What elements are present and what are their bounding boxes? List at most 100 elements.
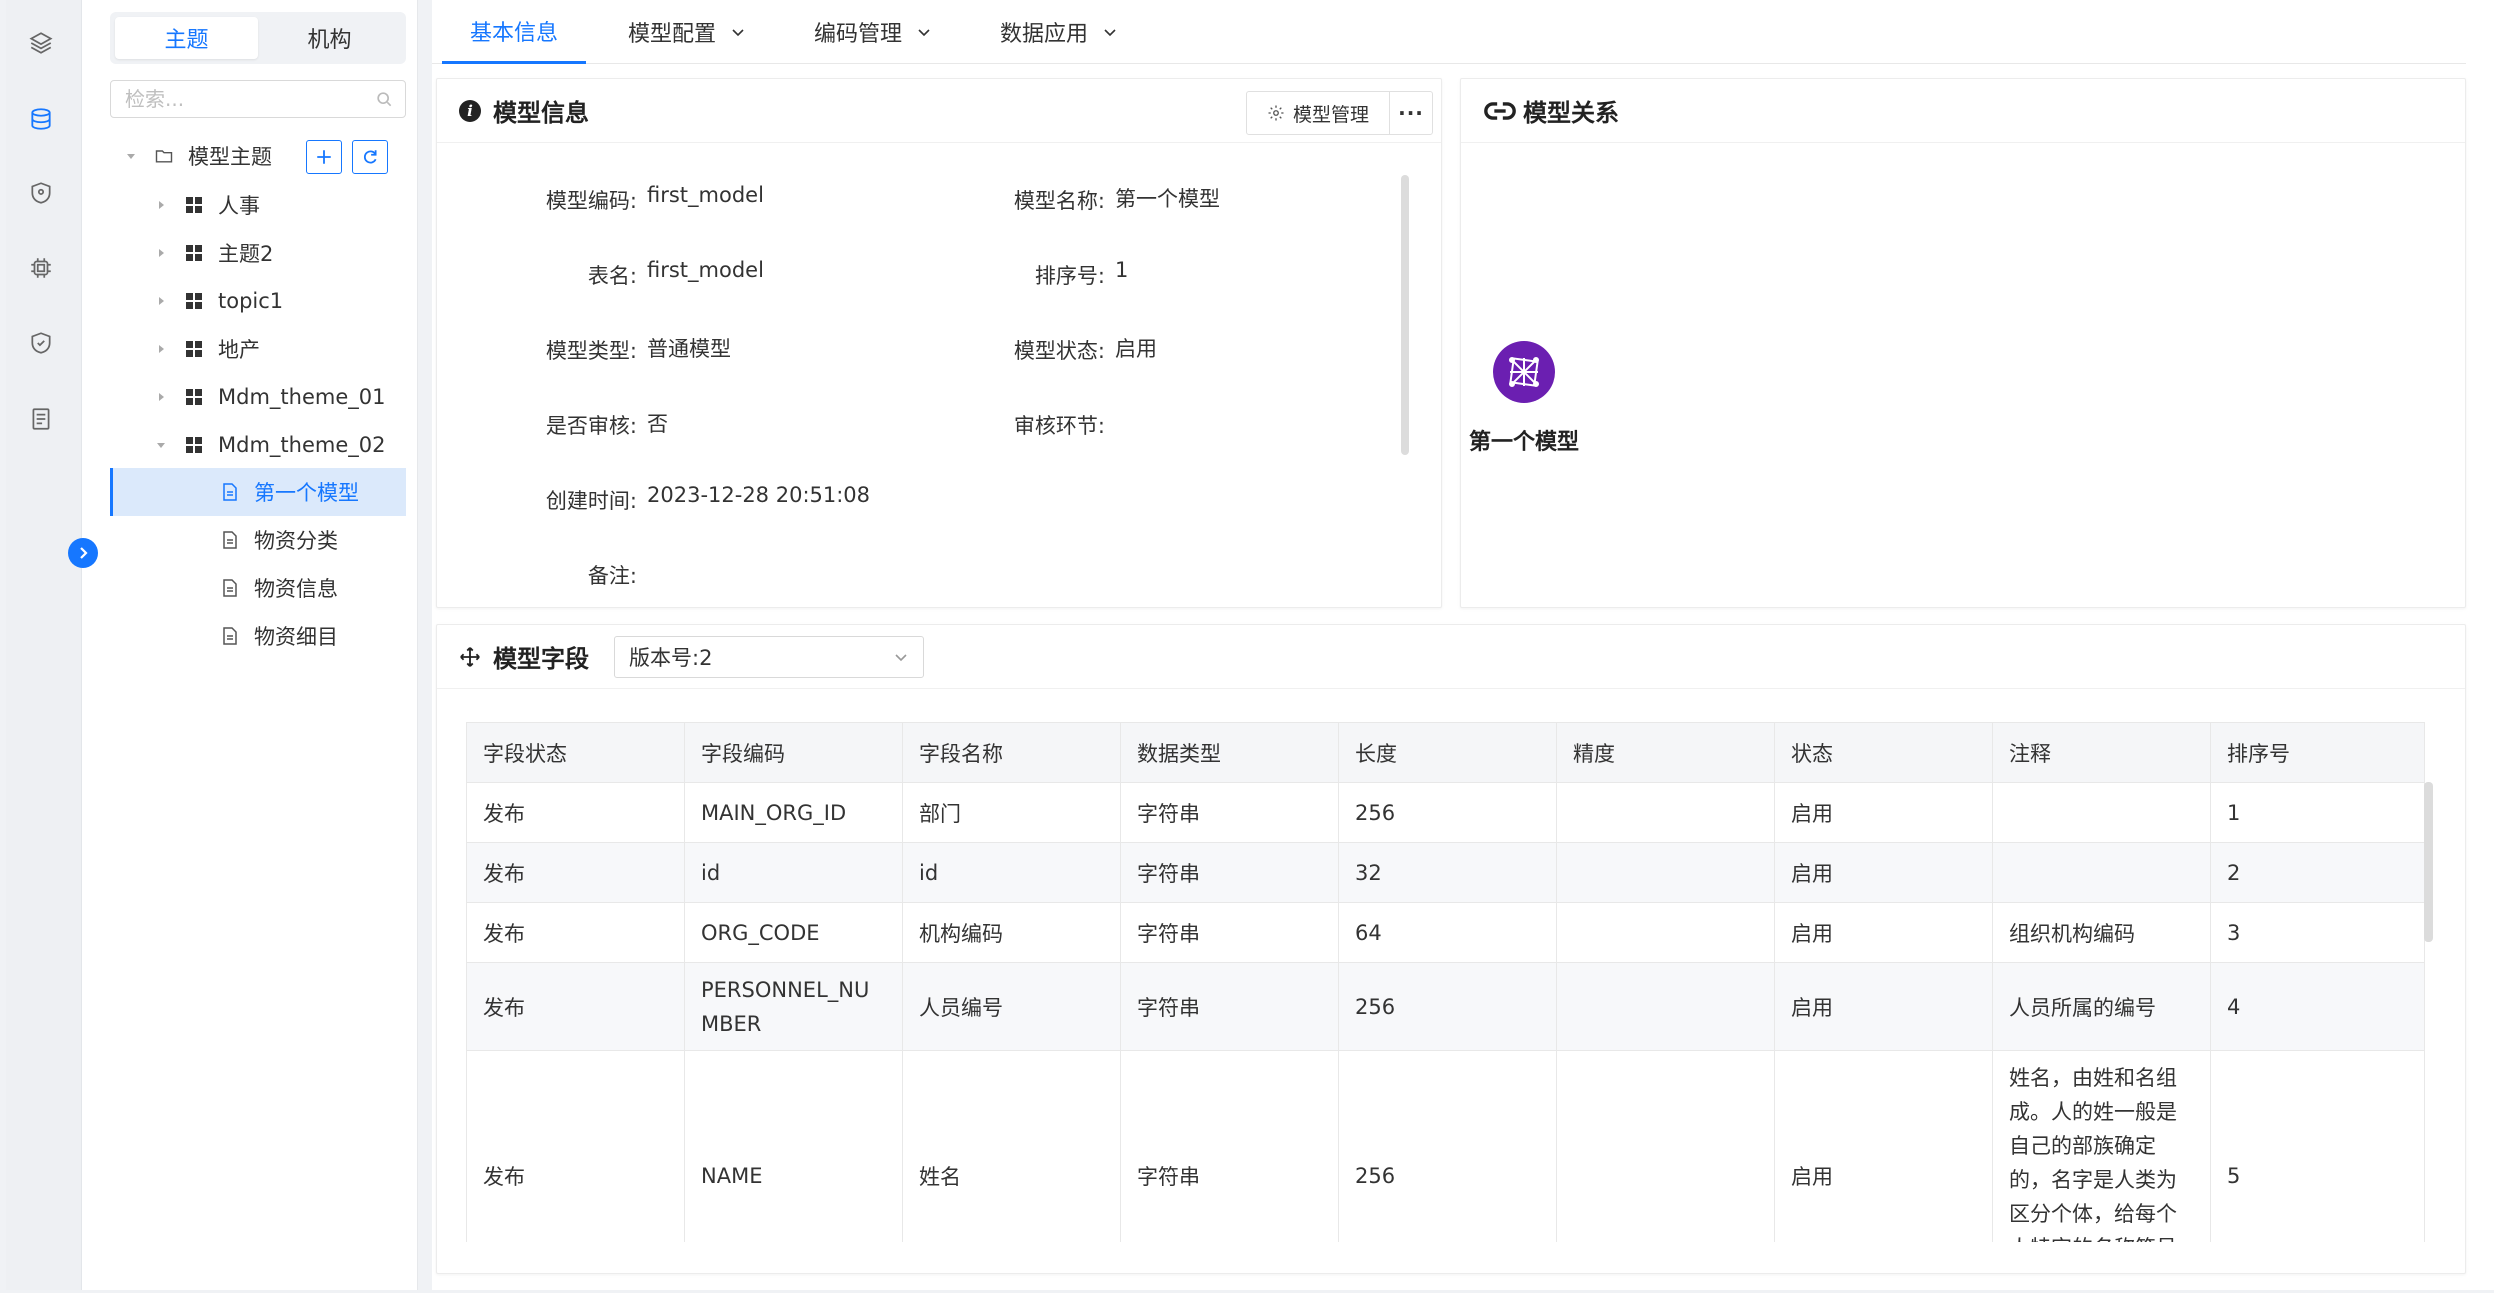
table-row[interactable]: 发布 id id 字符串 32 启用 2: [466, 842, 2425, 903]
table-cell: 启用: [1774, 842, 1993, 903]
caret-down-icon[interactable]: [122, 147, 140, 165]
table-cell: [1556, 962, 1775, 1051]
table-row[interactable]: 发布 ORG_CODE 机构编码 字符串 64 启用 组织机构编码 3: [466, 902, 2425, 963]
table-cell: 4: [2210, 962, 2425, 1051]
tree-node-dichan[interactable]: 地产: [152, 329, 260, 369]
tree-leaf-material-info[interactable]: 物资信息: [220, 568, 338, 608]
audit-step-label: 审核环节:: [1013, 414, 1105, 438]
model-fields-title: 模型字段: [493, 645, 589, 673]
layers-icon[interactable]: [26, 28, 56, 58]
search-input[interactable]: [110, 80, 406, 118]
tab-code-management[interactable]: 编码管理: [814, 0, 932, 64]
table-cell: 1: [2210, 782, 2425, 843]
model-code-value: first_model: [647, 183, 764, 207]
table-row[interactable]: 发布 NAME 姓名 字符串 256 启用 姓名，由姓和名组成。人的姓一般是自己…: [466, 1050, 2425, 1242]
column-header[interactable]: 字段名称: [902, 722, 1121, 783]
move-icon: [460, 646, 480, 667]
column-header[interactable]: 精度: [1556, 722, 1775, 783]
database-icon[interactable]: [26, 104, 56, 134]
grid-icon: [184, 243, 204, 263]
table-cell: 字符串: [1120, 902, 1339, 963]
tree-node-mdm-theme-02[interactable]: Mdm_theme_02: [152, 425, 385, 465]
tab-basic-info[interactable]: 基本信息: [442, 0, 587, 64]
column-header[interactable]: 字段编码: [684, 722, 903, 783]
document-icon[interactable]: [26, 404, 56, 434]
tree-leaf-material-detail[interactable]: 物资细目: [220, 616, 338, 656]
tree-node-renshi[interactable]: 人事: [152, 185, 260, 225]
column-header[interactable]: 数据类型: [1120, 722, 1339, 783]
shield-icon[interactable]: [26, 178, 56, 208]
table-cell: 启用: [1774, 1050, 1993, 1242]
table-row[interactable]: 发布 PERSONNEL_NUMBER 人员编号 字符串 256 启用 人员所属…: [466, 962, 2425, 1051]
tab-model-config[interactable]: 模型配置: [628, 0, 746, 64]
tree-panel: 主题 机构 模型主题 人事 主题2 topic1 地产: [82, 0, 418, 1290]
model-management-button[interactable]: 模型管理: [1247, 92, 1390, 134]
created-time-value: 2023-12-28 20:51:08: [647, 483, 871, 507]
sort-number-value: 1: [1115, 258, 1129, 282]
file-icon: [220, 530, 240, 550]
refresh-button[interactable]: [352, 140, 388, 174]
tree-root-label: 模型主题: [188, 145, 272, 169]
tree-leaf-material-category[interactable]: 物资分类: [220, 520, 338, 560]
chip-icon[interactable]: [26, 253, 56, 283]
tab-data-application[interactable]: 数据应用: [1000, 0, 1118, 64]
model-relation-title: 模型关系: [1523, 99, 1619, 127]
chevron-down-icon: [918, 29, 930, 37]
table-cell: NAME: [684, 1050, 903, 1242]
caret-right-icon[interactable]: [152, 388, 170, 406]
model-management-group: 模型管理 ···: [1245, 91, 1433, 135]
model-info-card: i 模型信息 模型管理 ··· 模型编码: first_model 模型名称: …: [436, 78, 1442, 608]
caret-down-icon[interactable]: [152, 436, 170, 454]
column-header[interactable]: 注释: [1992, 722, 2211, 783]
table-cell: id: [684, 842, 903, 903]
table-cell: 字符串: [1120, 842, 1339, 903]
model-node[interactable]: [1493, 341, 1555, 403]
model-management-label: 模型管理: [1292, 103, 1369, 126]
tree-root[interactable]: 模型主题: [122, 136, 272, 176]
column-header[interactable]: 排序号: [2210, 722, 2425, 783]
caret-right-icon[interactable]: [152, 292, 170, 310]
model-info-header: i 模型信息 模型管理 ···: [437, 79, 1441, 143]
table-scrollbar[interactable]: [2424, 782, 2433, 942]
tree-node-mdm-theme-01[interactable]: Mdm_theme_01: [152, 377, 385, 417]
table-cell: 部门: [902, 782, 1121, 843]
model-name-value: 第一个模型: [1115, 187, 1220, 211]
sort-number-label: 排序号:: [1034, 264, 1105, 288]
segment-topic[interactable]: 主题: [115, 17, 258, 59]
table-cell: 32: [1338, 842, 1557, 903]
table-cell: 5: [2210, 1050, 2425, 1242]
scrollbar[interactable]: [1401, 175, 1409, 455]
table-row[interactable]: 发布 MAIN_ORG_ID 部门 字符串 256 启用 1: [466, 782, 2425, 843]
icon-rail: [6, 0, 82, 1290]
tree-leaf-first-model[interactable]: 第一个模型: [220, 472, 359, 512]
table-cell: ORG_CODE: [684, 902, 903, 963]
caret-right-icon[interactable]: [152, 196, 170, 214]
table-cell: 启用: [1774, 962, 1993, 1051]
tab-label: 编码管理: [814, 22, 903, 47]
column-header[interactable]: 状态: [1774, 722, 1993, 783]
tree-node-theme2[interactable]: 主题2: [152, 233, 273, 273]
created-time-label: 创建时间:: [545, 489, 637, 513]
more-button[interactable]: ···: [1390, 92, 1432, 134]
tab-label: 数据应用: [1000, 22, 1089, 47]
tree-leaf-label: 第一个模型: [254, 481, 359, 505]
audit-value: 否: [647, 412, 668, 436]
caret-right-icon[interactable]: [152, 340, 170, 358]
tree-node-topic1[interactable]: topic1: [152, 281, 283, 321]
column-header[interactable]: 长度: [1338, 722, 1557, 783]
table-cell: PERSONNEL_NUMBER: [684, 962, 903, 1051]
column-header[interactable]: 字段状态: [466, 722, 685, 783]
table-cell: 256: [1338, 1050, 1557, 1242]
table-cell: 人员编号: [902, 962, 1121, 1051]
tab-label: 模型配置: [628, 22, 717, 47]
segment-org[interactable]: 机构: [258, 17, 401, 59]
table-cell: 姓名，由姓和名组成。人的姓一般是自己的部族确定的，名字是人类为区分个体，给每个人…: [1992, 1050, 2211, 1242]
file-icon: [220, 482, 240, 502]
version-select[interactable]: 版本号:2: [614, 636, 924, 678]
expand-sidebar-button[interactable]: [68, 538, 98, 568]
table-cell: 发布: [466, 902, 685, 963]
caret-right-icon[interactable]: [152, 244, 170, 262]
fields-table-viewport: 字段状态 字段编码 字段名称 数据类型 长度 精度 状态 注释 排序号 发布 M…: [466, 722, 2436, 1242]
add-button[interactable]: [306, 140, 342, 174]
security-icon[interactable]: [26, 328, 56, 358]
